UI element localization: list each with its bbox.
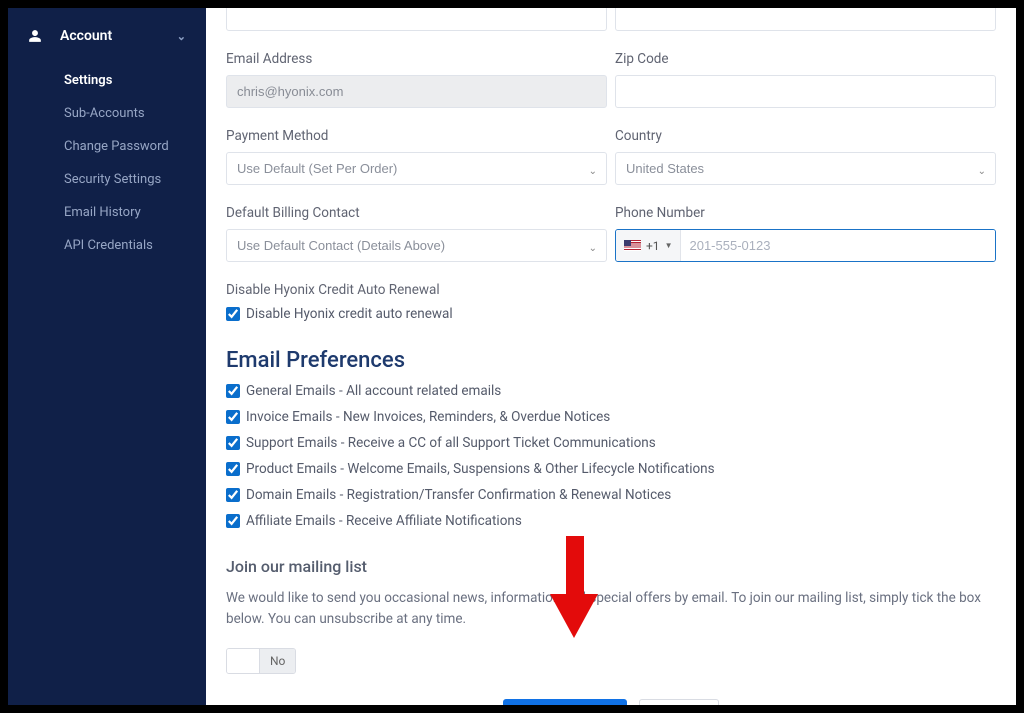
triangle-down-icon: ▼ xyxy=(665,241,673,250)
pref-label: Domain Emails - Registration/Transfer Co… xyxy=(246,487,671,503)
field-country: Country United States ⌄ xyxy=(615,128,996,185)
sidebar-item-email-history[interactable]: Email History xyxy=(64,196,206,229)
country-select[interactable]: United States xyxy=(615,152,996,185)
pref-row: Product Emails - Welcome Emails, Suspens… xyxy=(226,461,996,477)
cancel-button[interactable]: Cancel xyxy=(639,699,719,705)
pref-row: General Emails - All account related ema… xyxy=(226,383,996,399)
sidebar: Account ⌄ SettingsSub-AccountsChange Pas… xyxy=(8,8,206,705)
app-frame: Account ⌄ SettingsSub-AccountsChange Pas… xyxy=(8,8,1016,705)
toggle-no-label: No xyxy=(259,649,295,673)
mailing-toggle[interactable]: No xyxy=(226,648,296,674)
sidebar-item-api-credentials[interactable]: API Credentials xyxy=(64,229,206,262)
prev-field-right[interactable] xyxy=(615,8,996,31)
pref-checkbox[interactable] xyxy=(226,488,240,502)
pref-row: Invoice Emails - New Invoices, Reminders… xyxy=(226,409,996,425)
pref-label: Product Emails - Welcome Emails, Suspens… xyxy=(246,461,715,477)
zip-label: Zip Code xyxy=(615,51,996,67)
us-flag-icon xyxy=(624,240,641,251)
pref-checkbox[interactable] xyxy=(226,514,240,528)
email-label: Email Address xyxy=(226,51,607,67)
sidebar-item-sub-accounts[interactable]: Sub-Accounts xyxy=(64,97,206,130)
disable-renewal-text: Disable Hyonix credit auto renewal xyxy=(246,306,453,322)
email-prefs-list: General Emails - All account related ema… xyxy=(226,383,996,529)
phone-dial-code: +1 xyxy=(646,239,660,253)
prev-field-left[interactable] xyxy=(226,8,607,31)
pref-label: Support Emails - Receive a CC of all Sup… xyxy=(246,435,656,451)
user-icon xyxy=(28,29,42,43)
pref-row: Domain Emails - Registration/Transfer Co… xyxy=(226,487,996,503)
sidebar-item-settings[interactable]: Settings xyxy=(64,64,206,97)
field-disable-renewal: Disable Hyonix Credit Auto Renewal Disab… xyxy=(226,282,607,322)
sidebar-title: Account xyxy=(60,28,112,44)
country-label: Country xyxy=(615,128,996,144)
pref-label: Invoice Emails - New Invoices, Reminders… xyxy=(246,409,610,425)
phone-country-selector[interactable]: +1 ▼ xyxy=(616,230,681,261)
email-prefs-title: Email Preferences xyxy=(226,348,996,373)
email-input[interactable] xyxy=(226,75,607,108)
disable-renewal-label: Disable Hyonix Credit Auto Renewal xyxy=(226,282,607,298)
sidebar-header-account[interactable]: Account ⌄ xyxy=(8,20,206,52)
disable-renewal-checkbox[interactable] xyxy=(226,307,240,321)
zip-input[interactable] xyxy=(615,75,996,108)
sidebar-item-security-settings[interactable]: Security Settings xyxy=(64,163,206,196)
pref-label: General Emails - All account related ema… xyxy=(246,383,501,399)
pref-checkbox[interactable] xyxy=(226,410,240,424)
save-button[interactable]: Save Changes xyxy=(503,699,628,705)
pref-checkbox[interactable] xyxy=(226,462,240,476)
field-payment-method: Payment Method Use Default (Set Per Orde… xyxy=(226,128,607,185)
toggle-empty xyxy=(227,649,259,673)
mailing-list-title: Join our mailing list xyxy=(226,557,996,576)
billing-contact-select[interactable]: Use Default Contact (Details Above) xyxy=(226,229,607,262)
phone-input[interactable] xyxy=(681,230,995,261)
billing-contact-label: Default Billing Contact xyxy=(226,205,607,221)
pref-row: Support Emails - Receive a CC of all Sup… xyxy=(226,435,996,451)
field-email: Email Address xyxy=(226,51,607,108)
payment-method-label: Payment Method xyxy=(226,128,607,144)
form-right-column: Zip Code Country United States ⌄ xyxy=(611,8,1000,322)
field-billing-contact: Default Billing Contact Use Default Cont… xyxy=(226,205,607,262)
field-phone: Phone Number +1 ▼ xyxy=(615,205,996,262)
chevron-down-icon: ⌄ xyxy=(177,30,186,43)
payment-method-select[interactable]: Use Default (Set Per Order) xyxy=(226,152,607,185)
pref-checkbox[interactable] xyxy=(226,436,240,450)
email-preferences-section: Email Preferences General Emails - All a… xyxy=(222,348,1000,705)
form-left-column: Email Address Payment Method Use Default… xyxy=(222,8,611,322)
pref-checkbox[interactable] xyxy=(226,384,240,398)
phone-label: Phone Number xyxy=(615,205,996,221)
pref-label: Affiliate Emails - Receive Affiliate Not… xyxy=(246,513,522,529)
form-actions: Save Changes Cancel xyxy=(226,699,996,705)
mailing-list-desc: We would like to send you occasional new… xyxy=(226,588,996,630)
main-content: Email Address Payment Method Use Default… xyxy=(206,8,1016,705)
pref-row: Affiliate Emails - Receive Affiliate Not… xyxy=(226,513,996,529)
sidebar-items: SettingsSub-AccountsChange PasswordSecur… xyxy=(8,64,206,262)
field-zip: Zip Code xyxy=(615,51,996,108)
sidebar-item-change-password[interactable]: Change Password xyxy=(64,130,206,163)
